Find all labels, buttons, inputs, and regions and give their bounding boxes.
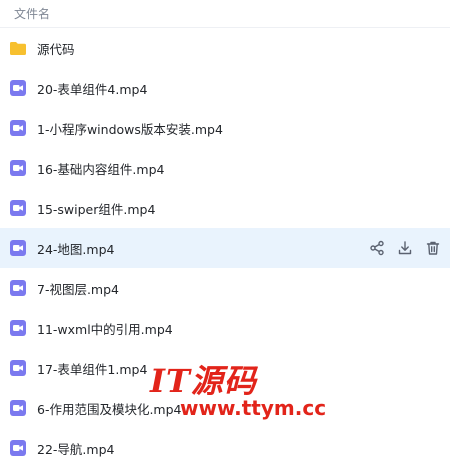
file-row-hovered[interactable]: 24-地图.mp4 [0,228,450,268]
download-icon[interactable] [395,238,415,258]
video-file-icon [9,439,27,457]
folder-icon [9,39,27,57]
file-name: 22-导航.mp4 [37,441,115,457]
file-name: 20-表单组件4.mp4 [37,81,148,97]
file-row[interactable]: 1-小程序windows版本安装.mp4 [0,108,450,148]
video-file-icon [9,399,27,417]
file-row[interactable]: 17-表单组件1.mp4 [0,348,450,388]
file-row[interactable]: 11-wxml中的引用.mp4 [0,308,450,348]
file-name: 16-基础内容组件.mp4 [37,161,165,177]
video-file-icon [9,159,27,177]
file-name: 15-swiper组件.mp4 [37,201,156,217]
column-header-label: 文件名 [14,7,51,21]
file-row[interactable]: 源代码 [0,28,450,68]
file-row[interactable]: 7-视图层.mp4 [0,268,450,308]
file-name: 6-作用范围及模块化.mp4 [37,401,182,417]
video-file-icon [9,359,27,377]
file-row[interactable]: 15-swiper组件.mp4 [0,188,450,228]
file-name: 1-小程序windows版本安装.mp4 [37,121,223,137]
delete-icon[interactable] [423,238,443,258]
share-icon[interactable] [367,238,387,258]
file-name: 11-wxml中的引用.mp4 [37,321,173,337]
file-name: 7-视图层.mp4 [37,281,120,297]
video-file-icon [9,79,27,97]
column-header-filename[interactable]: 文件名 [0,0,450,28]
video-file-icon [9,239,27,257]
file-name: 17-表单组件1.mp4 [37,361,148,377]
file-name: 源代码 [37,41,75,57]
video-file-icon [9,319,27,337]
row-actions [359,228,443,268]
file-row[interactable]: 6-作用范围及模块化.mp4 [0,388,450,428]
video-file-icon [9,119,27,137]
file-name: 24-地图.mp4 [37,241,115,257]
file-row[interactable]: 20-表单组件4.mp4 [0,68,450,108]
file-list: 源代码 20-表单组件4.mp4 1-小程序windows版本安装.mp4 16… [0,28,450,468]
video-file-icon [9,279,27,297]
video-file-icon [9,199,27,217]
file-row[interactable]: 16-基础内容组件.mp4 [0,148,450,188]
file-row[interactable]: 22-导航.mp4 [0,428,450,468]
